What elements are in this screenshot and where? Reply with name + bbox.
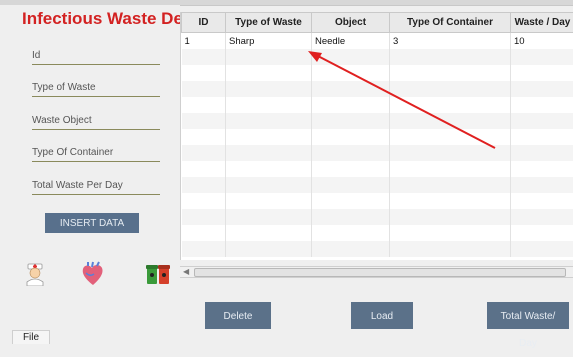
table-row[interactable] [182, 65, 573, 81]
delete-button[interactable]: Delete [205, 302, 271, 329]
table-row[interactable] [182, 81, 573, 97]
table-row[interactable] [182, 225, 573, 241]
table-cell: 3 [390, 33, 511, 50]
nurse-icon [24, 262, 46, 286]
table-row[interactable] [182, 113, 573, 129]
total-waste-per-day-label: Total Waste Per Day [32, 180, 123, 191]
total-waste-per-day-button[interactable]: Total Waste/ Day [487, 302, 569, 329]
column-header-object[interactable]: Object [312, 13, 390, 33]
column-header-type-of-container[interactable]: Type Of Container [390, 13, 511, 33]
type-of-container-label: Type Of Container [32, 147, 113, 158]
type-of-waste-field[interactable]: Type of Waste [32, 76, 160, 97]
column-header-id[interactable]: ID [182, 13, 226, 33]
waste-object-label: Waste Object [32, 115, 92, 126]
type-of-container-field[interactable]: Type Of Container [32, 141, 160, 162]
table-row[interactable] [182, 145, 573, 161]
total-waste-per-day-field[interactable]: Total Waste Per Day [32, 174, 160, 195]
scrollbar-thumb[interactable] [194, 268, 566, 277]
table-row[interactable] [182, 193, 573, 209]
file-menu-tab[interactable]: File [12, 330, 50, 344]
waste-table: ID Type of Waste Object Type Of Containe… [180, 12, 573, 260]
scroll-left-icon[interactable]: ◀ [183, 267, 189, 277]
table-row[interactable] [182, 161, 573, 177]
table-row[interactable] [182, 241, 573, 257]
column-header-waste-per-day[interactable]: Waste / Day [511, 13, 573, 33]
table-row[interactable] [182, 209, 573, 225]
table-row[interactable] [182, 129, 573, 145]
table-row[interactable] [182, 49, 573, 65]
table-row[interactable] [182, 177, 573, 193]
table-row[interactable]: 1 Sharp Needle 3 10 [182, 33, 573, 50]
column-header-type-of-waste[interactable]: Type of Waste [226, 13, 312, 33]
insert-data-button[interactable]: INSERT DATA [45, 213, 139, 233]
waste-bins-icon [146, 262, 170, 286]
heart-organ-icon [80, 261, 106, 287]
waste-object-field[interactable]: Waste Object [32, 109, 160, 130]
table-cell: Needle [312, 33, 390, 50]
table-cell: 1 [182, 33, 226, 50]
table-cell: 10 [511, 33, 573, 50]
id-field[interactable]: Id [32, 44, 160, 65]
table-row[interactable] [182, 97, 573, 113]
type-of-waste-label: Type of Waste [32, 82, 96, 93]
table-cell: Sharp [226, 33, 312, 50]
horizontal-scrollbar[interactable]: ◀ [180, 266, 573, 278]
load-button[interactable]: Load [351, 302, 413, 329]
id-field-label: Id [32, 50, 40, 61]
